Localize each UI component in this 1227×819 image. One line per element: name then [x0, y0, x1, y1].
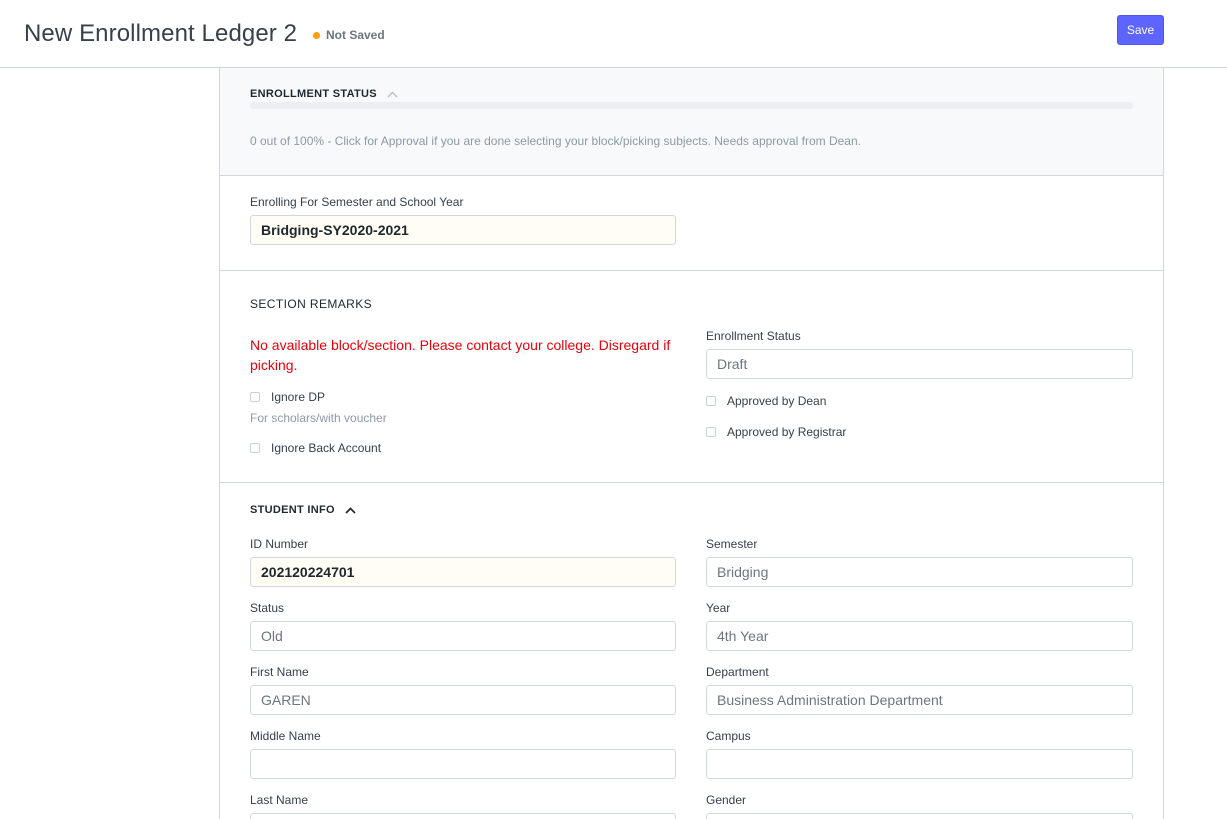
enrollment-status-label: Enrollment Status	[706, 329, 801, 343]
approved-by-dean-label: Approved by Dean	[727, 394, 827, 408]
campus-field[interactable]	[706, 749, 1133, 779]
save-status-text: Not Saved	[326, 28, 385, 42]
first-name-label: First Name	[250, 665, 309, 679]
chevron-up-icon	[345, 503, 356, 517]
enrollment-status-field[interactable]: Draft	[706, 349, 1133, 379]
gender-label: Gender	[706, 793, 747, 807]
id-number-label: ID Number	[250, 537, 309, 551]
section-remarks-title: SECTION REMARKS	[250, 297, 373, 311]
year-label: Year	[706, 601, 731, 615]
status-dot-icon	[313, 31, 320, 39]
ignore-back-account-checkbox-row[interactable]: Ignore Back Account	[250, 441, 381, 455]
semester-field[interactable]: Bridging	[706, 557, 1133, 587]
enrolling-section: Enrolling For Semester and School Year B…	[220, 176, 1163, 271]
section-remarks-message: No available block/section. Please conta…	[250, 337, 671, 373]
student-info-section: STUDENT INFO ID Number 202120224701 Stat…	[220, 483, 1163, 819]
ignore-dp-checkbox[interactable]	[250, 392, 260, 402]
form-layout: ENROLLMENT STATUS 0 out of 100% - Click …	[219, 68, 1164, 819]
page-header: New Enrollment Ledger 2 Not Saved Save	[0, 0, 1227, 68]
semester-label: Semester	[706, 537, 758, 551]
last-name-label: Last Name	[250, 793, 309, 807]
ignore-dp-help: For scholars/with voucher	[250, 411, 387, 425]
enrollment-progress-bar	[250, 102, 1133, 109]
status-label: Status	[250, 601, 285, 615]
approved-by-registrar-checkbox[interactable]	[706, 427, 716, 437]
enrolling-label: Enrolling For Semester and School Year	[250, 195, 464, 209]
chevron-up-icon	[387, 87, 398, 101]
approved-by-dean-checkbox[interactable]	[706, 396, 716, 406]
approved-by-registrar-checkbox-row[interactable]: Approved by Registrar	[706, 425, 846, 439]
department-field[interactable]: Business Administration Department	[706, 685, 1133, 715]
ignore-dp-label: Ignore DP	[271, 390, 326, 404]
enrollment-status-section: ENROLLMENT STATUS 0 out of 100% - Click …	[220, 68, 1163, 176]
approved-by-registrar-label: Approved by Registrar	[727, 425, 847, 439]
middle-name-label: Middle Name	[250, 729, 321, 743]
ignore-back-account-label: Ignore Back Account	[271, 441, 382, 455]
enrolling-semester-input[interactable]: Bridging-SY2020-2021	[250, 215, 676, 245]
middle-name-field[interactable]	[250, 749, 676, 779]
approved-by-dean-checkbox-row[interactable]: Approved by Dean	[706, 394, 826, 408]
save-button[interactable]: Save	[1117, 15, 1164, 45]
save-status-indicator: Not Saved	[313, 28, 385, 42]
student-info-section-toggle[interactable]: STUDENT INFO	[250, 503, 356, 517]
first-name-field[interactable]: GAREN	[250, 685, 676, 715]
department-label: Department	[706, 665, 769, 679]
section-title: ENROLLMENT STATUS	[250, 88, 377, 100]
id-number-input[interactable]: 202120224701	[250, 557, 676, 587]
last-name-field[interactable]	[250, 813, 676, 819]
page-title: New Enrollment Ledger 2	[24, 20, 298, 47]
year-field[interactable]: 4th Year	[706, 621, 1133, 651]
section-remarks-section: SECTION REMARKS No available block/secti…	[220, 271, 1163, 483]
enrollment-status-help: 0 out of 100% - Click for Approval if yo…	[250, 134, 861, 148]
gender-field[interactable]	[706, 813, 1133, 819]
ignore-back-account-checkbox[interactable]	[250, 443, 260, 453]
section-title: STUDENT INFO	[250, 504, 335, 516]
status-field[interactable]: Old	[250, 621, 676, 651]
enrollment-status-section-toggle[interactable]: ENROLLMENT STATUS	[250, 87, 398, 101]
campus-label: Campus	[706, 729, 751, 743]
ignore-dp-checkbox-row[interactable]: Ignore DP	[250, 390, 325, 404]
